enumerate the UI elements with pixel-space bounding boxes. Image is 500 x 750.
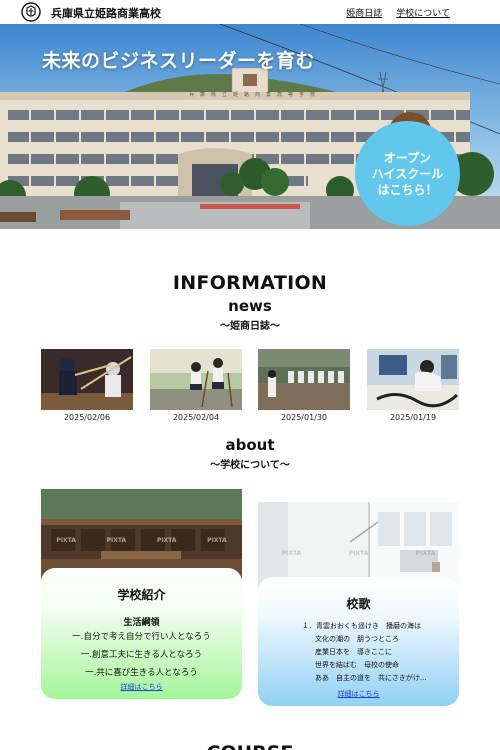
school-song-title: 校歌 bbox=[346, 597, 371, 611]
song-lyric-line: 産業日本を 導きここに bbox=[315, 648, 392, 656]
school-intro-card[interactable]: 学校紹介 生活綱領 一.自分で考え自分で行い人となろう 一.創意工夫に生きる人と… bbox=[41, 568, 242, 699]
open-high-school-button[interactable]: オープン ハイスクール はこちら！ bbox=[355, 121, 460, 226]
baseball-icon[interactable] bbox=[258, 349, 350, 410]
nav-link-about-school[interactable]: 学校について bbox=[396, 6, 450, 19]
song-lyric-line: 世界を結ばむ 母校の使命 bbox=[315, 661, 399, 669]
school-emblem-icon[interactable] bbox=[21, 2, 41, 22]
open-high-school-line-3: はこちら！ bbox=[377, 182, 438, 197]
site-header: 兵庫県立姫路商業高校 姫商日誌 学校について bbox=[0, 0, 500, 24]
cleaning-icon[interactable] bbox=[150, 349, 242, 410]
course-heading: COURSE bbox=[0, 742, 500, 750]
main-nav: 姫商日誌 学校について bbox=[346, 6, 450, 19]
principle-line: 一.創意工夫に生きる人となろう bbox=[80, 650, 203, 660]
school-intro-details-link[interactable]: 詳細はこちら bbox=[41, 682, 242, 692]
kendo-icon[interactable] bbox=[41, 349, 133, 410]
open-high-school-line-1: オープン bbox=[383, 150, 432, 165]
song-lyric-line: 文化の潮の 朋うつところ bbox=[315, 635, 399, 643]
about-caption: ～学校について～ bbox=[210, 460, 290, 471]
news-date: 2025/02/06 bbox=[63, 413, 111, 422]
song-lyric-line: １．青雲おおくも遥けき 播磨の海は bbox=[302, 622, 421, 630]
life-principles-title: 生活綱領 bbox=[123, 618, 160, 628]
song-lyric-line: ああ 自主の道を 共にさきがけ... bbox=[315, 674, 427, 682]
news-item[interactable]: 2025/01/19 bbox=[367, 349, 459, 422]
news-caption: ～姫商日誌～ bbox=[220, 321, 280, 332]
principle-line: 一.自分で考え自分で行い人となろう bbox=[72, 632, 211, 642]
news-date: 2025/01/19 bbox=[389, 413, 437, 422]
news-list: 2025/02/06 2025/02/04 2025/01/30 2025/01… bbox=[41, 349, 459, 429]
calligraphy-icon[interactable] bbox=[367, 349, 459, 410]
site-title[interactable]: 兵庫県立姫路商業高校 bbox=[51, 5, 161, 21]
news-date: 2025/01/30 bbox=[280, 413, 328, 422]
information-heading: INFORMATION bbox=[172, 272, 328, 294]
photo-watermark: PIXTA PIXTA PIXTA bbox=[281, 550, 436, 557]
news-heading: news bbox=[228, 297, 272, 315]
about-heading: about bbox=[225, 436, 275, 454]
open-high-school-line-2: ハイスクール bbox=[371, 166, 444, 181]
photo-watermark: PIXTA PIXTA PIXTA PIXTA bbox=[56, 537, 227, 544]
news-item[interactable]: 2025/02/04 bbox=[150, 349, 242, 422]
hero-title: 未来のビジネスリーダーを育む bbox=[42, 50, 316, 72]
nav-link-diary[interactable]: 姫商日誌 bbox=[346, 6, 382, 19]
school-song-card[interactable]: 校歌 １．青雲おおくも遥けき 播磨の海は 文化の潮の 朋うつところ 産業日本を … bbox=[258, 577, 459, 706]
school-intro-title: 学校紹介 bbox=[117, 588, 166, 602]
principle-line: 一.共に喜び生きる人となろう bbox=[85, 668, 198, 678]
news-item[interactable]: 2025/02/06 bbox=[41, 349, 133, 422]
news-item[interactable]: 2025/01/30 bbox=[258, 349, 350, 422]
news-date: 2025/02/04 bbox=[172, 413, 220, 422]
building-sign: 兵庫県立姫路商業高等学校 bbox=[188, 92, 321, 98]
school-song-details-link[interactable]: 詳細はこちら bbox=[258, 689, 459, 699]
